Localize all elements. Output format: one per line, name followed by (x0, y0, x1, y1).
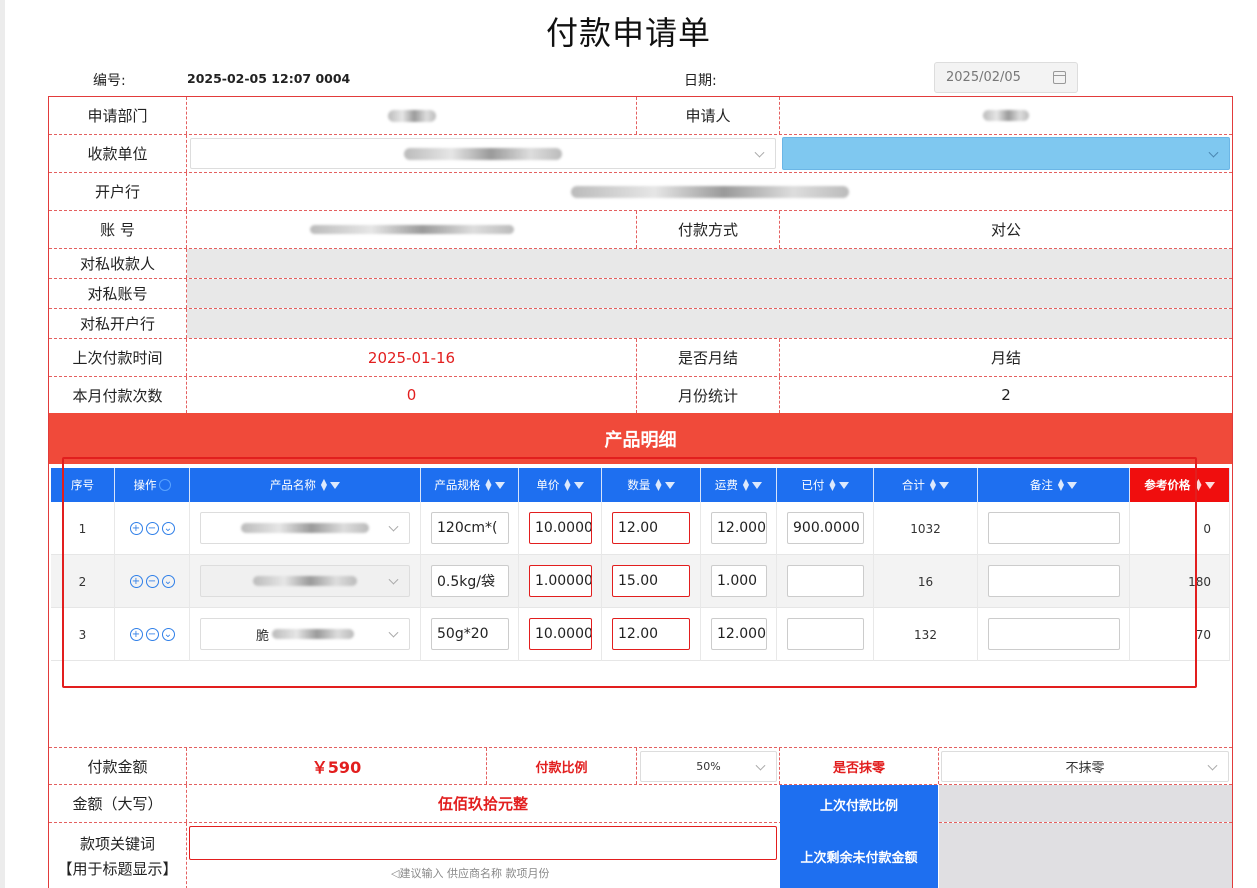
private-account-value[interactable] (187, 279, 1232, 308)
payee-row: 收款单位 (49, 135, 1232, 173)
amount-label: 付款金额 (87, 757, 148, 776)
last-pay-time-label: 上次付款时间 (72, 349, 163, 367)
amount-row: 付款金额 ￥590 付款比例 50% 是否抹零 不抹零 (49, 747, 1232, 785)
rounding-label: 是否抹零 (832, 760, 885, 776)
amount-value: ￥590 (311, 758, 362, 777)
private-bank-label: 对私开户行 (79, 315, 155, 333)
annotation-highlight-box (62, 457, 1197, 688)
monthly-label: 是否月结 (677, 349, 738, 367)
chevron-down-icon (1207, 760, 1218, 771)
private-account-row: 对私账号 (49, 279, 1232, 309)
bank-label: 开户行 (94, 183, 140, 201)
bank-value (187, 173, 1232, 210)
account-label: 账 号 (100, 221, 135, 239)
filter-icon[interactable] (1204, 481, 1215, 489)
keyword-sublabel: 【用于标题显示】 (57, 860, 178, 878)
pay-method-label: 付款方式 (677, 221, 738, 239)
dept-row: 申请部门 申请人 (49, 97, 1232, 135)
chevron-down-icon (754, 147, 765, 158)
rounding-select[interactable]: 不抹零 (941, 751, 1229, 782)
private-payee-row: 对私收款人 (49, 249, 1232, 279)
month-stat-label: 月份统计 (677, 386, 738, 405)
keyword-input[interactable] (189, 826, 777, 860)
dept-value (187, 97, 636, 134)
bank-row: 开户行 (49, 173, 1232, 211)
ratio-select[interactable]: 50% (640, 751, 777, 782)
pay-method-value: 对公 (990, 221, 1021, 239)
private-account-label: 对私账号 (87, 285, 148, 303)
last-ratio-value (939, 785, 1232, 822)
payee-extra-select[interactable] (782, 137, 1230, 170)
payee-select[interactable] (190, 138, 776, 169)
private-payee-label: 对私收款人 (79, 255, 155, 273)
monthly-value: 月结 (990, 349, 1021, 367)
month-count-value: 0 (406, 386, 417, 404)
date-value: 2025/02/05 (946, 70, 1021, 85)
date-label: 日期: (684, 73, 717, 89)
number-value: 2025-02-05 12:07 0004 (187, 71, 351, 86)
calendar-icon (1053, 71, 1066, 84)
last-pay-time-value: 2025-01-16 (367, 348, 456, 367)
last-pay-row: 上次付款时间 2025-01-16 是否月结 月结 (49, 339, 1232, 377)
private-bank-value[interactable] (187, 309, 1232, 338)
last-ratio-label: 上次付款比例 (780, 785, 938, 823)
page-title: 付款申请单 (545, 14, 711, 52)
account-row: 账 号 付款方式 对公 (49, 211, 1232, 249)
last-unpaid-value (939, 823, 1232, 888)
private-bank-row: 对私开户行 (49, 309, 1232, 339)
keyword-label: 款项关键词 (79, 835, 155, 853)
chevron-down-icon (755, 760, 766, 771)
last-unpaid-label: 上次剩余未付款金额 (780, 823, 938, 888)
account-value (187, 211, 636, 248)
applicant-value (780, 97, 1232, 134)
date-picker[interactable]: 2025/02/05 (934, 62, 1078, 93)
amount-upper-value: 伍佰玖拾元整 (437, 795, 528, 813)
applicant-label: 申请人 (685, 107, 731, 125)
month-stat-value: 2 (1001, 386, 1011, 404)
private-payee-value[interactable] (187, 249, 1232, 278)
amount-upper-row: 金额（大写） 伍佰玖拾元整 上次付款比例 (49, 785, 1232, 823)
month-count-row: 本月付款次数 0 月份统计 2 (49, 377, 1232, 413)
keyword-label-cell: 款项关键词 【用于标题显示】 (49, 823, 186, 888)
amount-upper-label: 金额（大写） (72, 795, 163, 813)
left-edge (0, 0, 5, 888)
month-count-label: 本月付款次数 (72, 386, 163, 405)
number-label: 编号: (93, 73, 126, 89)
chevron-down-icon (1208, 147, 1219, 158)
payee-label: 收款单位 (87, 145, 148, 163)
ratio-label: 付款比例 (535, 760, 588, 776)
dept-label: 申请部门 (87, 107, 148, 125)
keyword-hint: ◁建议输入 供应商名称 款项月份 (391, 867, 550, 880)
keyword-row: 款项关键词 【用于标题显示】 ◁建议输入 供应商名称 款项月份 上次剩余未付款金… (49, 823, 1232, 888)
